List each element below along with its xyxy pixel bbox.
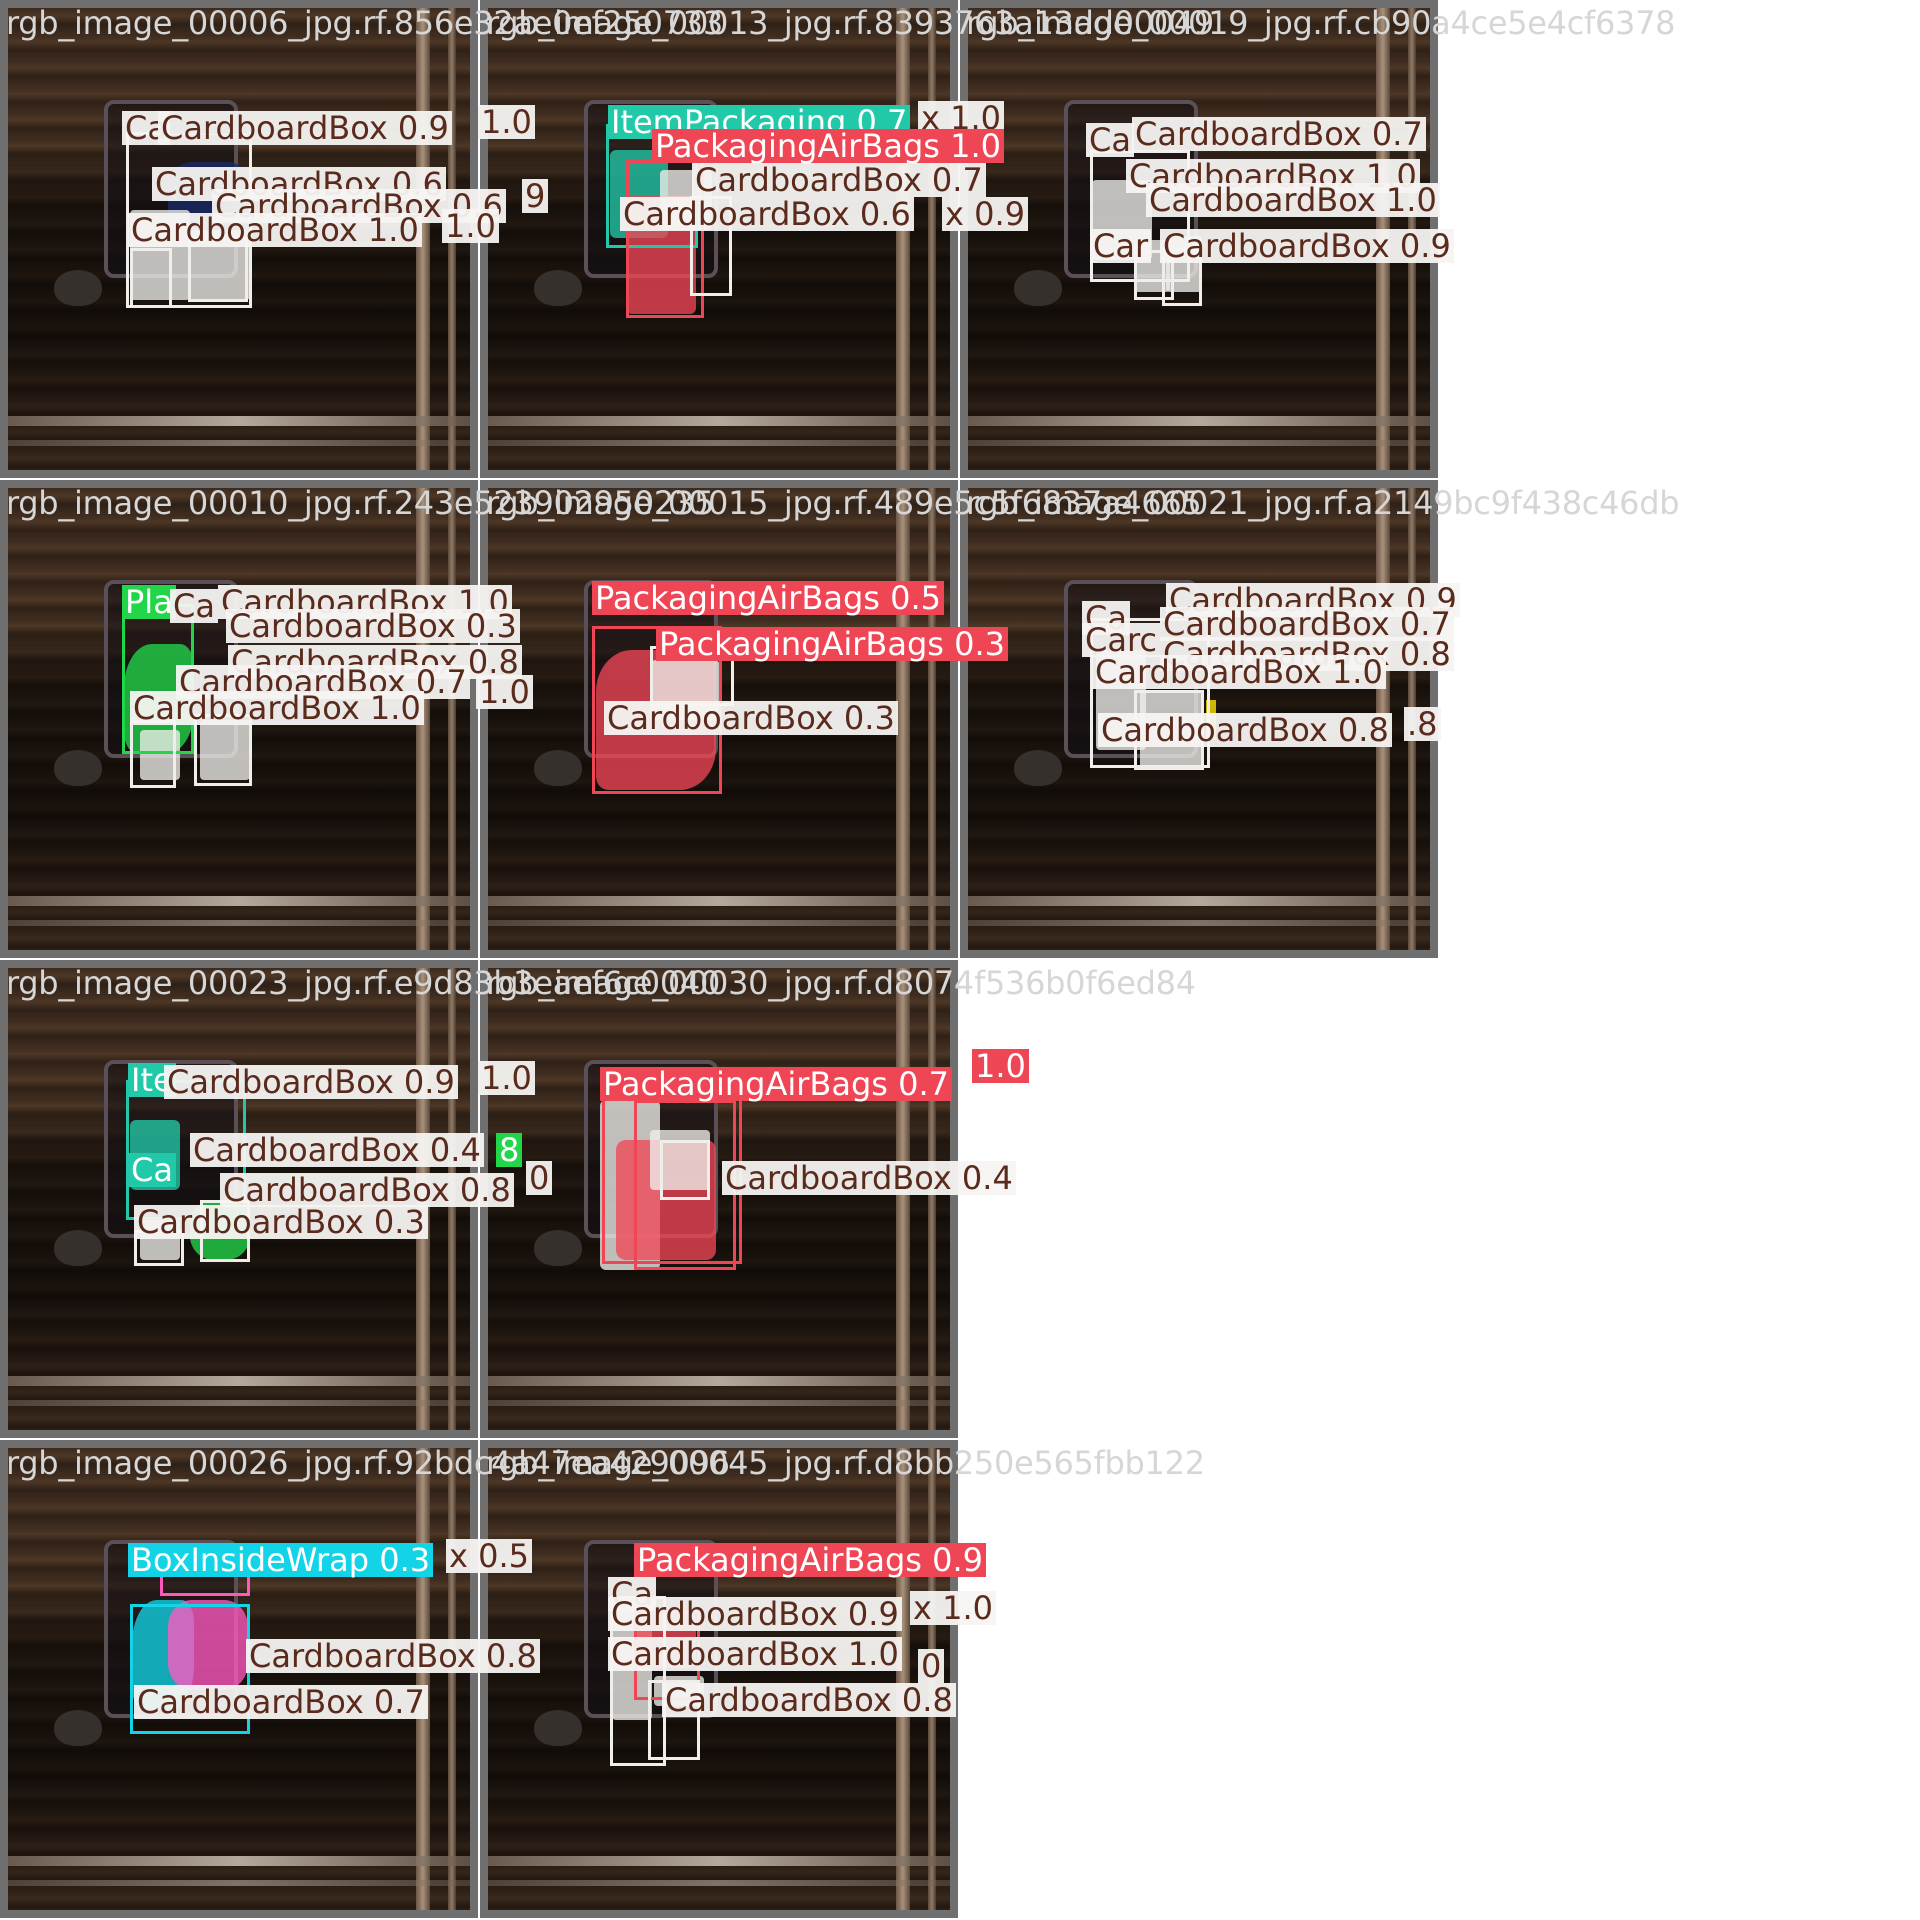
detection-label: CardboardBox 0.9 <box>164 1065 458 1099</box>
floor-light-stripe <box>488 896 950 906</box>
rail <box>896 968 910 1430</box>
detection-label: 1.0 <box>478 1061 535 1095</box>
floor-light-stripe <box>8 896 470 906</box>
detection-label: BoxInsideWrap 0.3 <box>128 1543 434 1577</box>
detection-label: Carc <box>1082 623 1160 657</box>
detection-label: 1.0 <box>476 675 533 709</box>
worker-helmet <box>534 1710 582 1746</box>
detection-label: CardboardBox 0.4 <box>190 1133 484 1167</box>
floor-light-stripe <box>968 440 1430 446</box>
detection-label: CardboardBox 0.9 <box>1160 229 1454 263</box>
detection-label: CardboardBox 0.4 <box>722 1161 1016 1195</box>
floor-light-stripe <box>8 1400 470 1406</box>
image-filename: rgb_image_00019_jpg.rf.cb90a4ce5e4cf6378 <box>966 4 1676 42</box>
detection-label: x 0.9 <box>942 197 1028 231</box>
detection-label: Ca <box>170 589 218 623</box>
result-tile: rgb_image_00045_jpg.rf.d8bb250e565fbb122 <box>480 1440 1205 1918</box>
image-filename: rgb_image_00045_jpg.rf.d8bb250e565fbb122 <box>486 1444 1205 1482</box>
detection-label: 0 <box>526 1161 553 1195</box>
detection-label: .8 <box>1404 707 1441 741</box>
rail <box>416 1448 430 1910</box>
floor-light-stripe <box>8 920 470 926</box>
detection-label: x 1.0 <box>910 1591 996 1625</box>
detection-box <box>130 248 172 308</box>
rail <box>928 488 936 950</box>
detection-label: CardboardBox 0.8 <box>1098 713 1392 747</box>
worker-helmet <box>54 270 102 306</box>
floor-light-stripe <box>8 440 470 446</box>
image-filename: rgb_image_00021_jpg.rf.a2149bc9f438c46db <box>966 484 1680 522</box>
detection-box <box>130 720 176 788</box>
warehouse-photo <box>488 1448 950 1910</box>
detection-label: PackagingAirBags 1.0 <box>652 129 1004 163</box>
detection-label: 1.0 <box>442 209 499 243</box>
worker-helmet <box>1014 750 1062 786</box>
rail <box>896 488 910 950</box>
detection-label: CardboardBox 0.7 <box>1132 117 1426 151</box>
detection-label: PackagingAirBags 0.3 <box>656 627 1008 661</box>
floor-light-stripe <box>488 1376 950 1386</box>
detection-label: CardboardBox 0.7 <box>692 163 986 197</box>
floor-light-stripe <box>968 416 1430 426</box>
detection-label: Ca <box>128 1153 176 1187</box>
detection-label: PackagingAirBags 0.9 <box>634 1543 986 1577</box>
worker-helmet <box>54 1710 102 1746</box>
detection-label: Pla <box>122 585 176 619</box>
detection-label: 8 <box>496 1133 523 1167</box>
rail <box>928 968 936 1430</box>
floor-light-stripe <box>8 1880 470 1886</box>
detection-label: CardboardBox 0.3 <box>226 609 520 643</box>
detection-label: Car <box>1090 229 1152 263</box>
floor-light-stripe <box>488 1880 950 1886</box>
detection-label: CardboardBox 1.0 <box>130 691 424 725</box>
worker-helmet <box>534 750 582 786</box>
floor-light-stripe <box>488 1400 950 1406</box>
detection-label: 1.0 <box>478 105 535 139</box>
detection-label: PackagingAirBags 0.5 <box>592 581 944 615</box>
detection-label: CardboardBox 1.0 <box>1092 655 1386 689</box>
floor-light-stripe <box>488 1856 950 1866</box>
detection-label: 1.0 <box>972 1049 1029 1083</box>
detection-label: CardboardBox 1.0 <box>128 213 422 247</box>
detection-label: CardboardBox 0.8 <box>662 1683 956 1717</box>
detection-label: Ca <box>1086 123 1134 157</box>
floor-light-stripe <box>488 416 950 426</box>
detection-label: PackagingAirBags 0.7 <box>600 1067 952 1101</box>
worker-helmet <box>534 270 582 306</box>
image-filename: rgb_image_00030_jpg.rf.d8074f536b0f6ed84 <box>486 964 1196 1002</box>
detection-label: CardboardBox 0.3 <box>604 701 898 735</box>
detection-label: 0 <box>918 1649 945 1683</box>
detection-label: CardboardBox 1.0 <box>1146 183 1440 217</box>
detection-box <box>660 1140 710 1200</box>
rail <box>448 1448 456 1910</box>
detection-label: CardboardBox 0.9 <box>608 1597 902 1631</box>
worker-helmet <box>534 1230 582 1266</box>
floor-light-stripe <box>488 440 950 446</box>
detection-label: CardboardBox 0.3 <box>134 1205 428 1239</box>
rail <box>896 8 910 470</box>
detection-label: CardboardBox 1.0 <box>608 1637 902 1671</box>
detection-label: CardboardBox 0.9 <box>158 111 452 145</box>
detection-label: x 0.5 <box>446 1539 532 1573</box>
detection-label: CardboardBox 0.8 <box>246 1639 540 1673</box>
detection-label: CardboardBox 0.6 <box>620 197 914 231</box>
floor-light-stripe <box>488 920 950 926</box>
detection-label: CardboardBox 0.7 <box>134 1685 428 1719</box>
worker-helmet <box>54 750 102 786</box>
floor-light-stripe <box>968 896 1430 906</box>
floor-light-stripe <box>968 920 1430 926</box>
rail <box>448 488 456 950</box>
worker-helmet <box>1014 270 1062 306</box>
rail <box>896 1448 910 1910</box>
floor-light-stripe <box>8 1856 470 1866</box>
floor-light-stripe <box>8 416 470 426</box>
detection-results-grid: rgb_image_00006_jpg.rf.856e32ae0ef250733… <box>0 0 1920 1920</box>
detection-label: 9 <box>522 179 549 213</box>
worker-helmet <box>54 1230 102 1266</box>
rail <box>928 8 936 470</box>
detection-label: CardboardBox 0.8 <box>220 1173 514 1207</box>
floor-light-stripe <box>8 1376 470 1386</box>
